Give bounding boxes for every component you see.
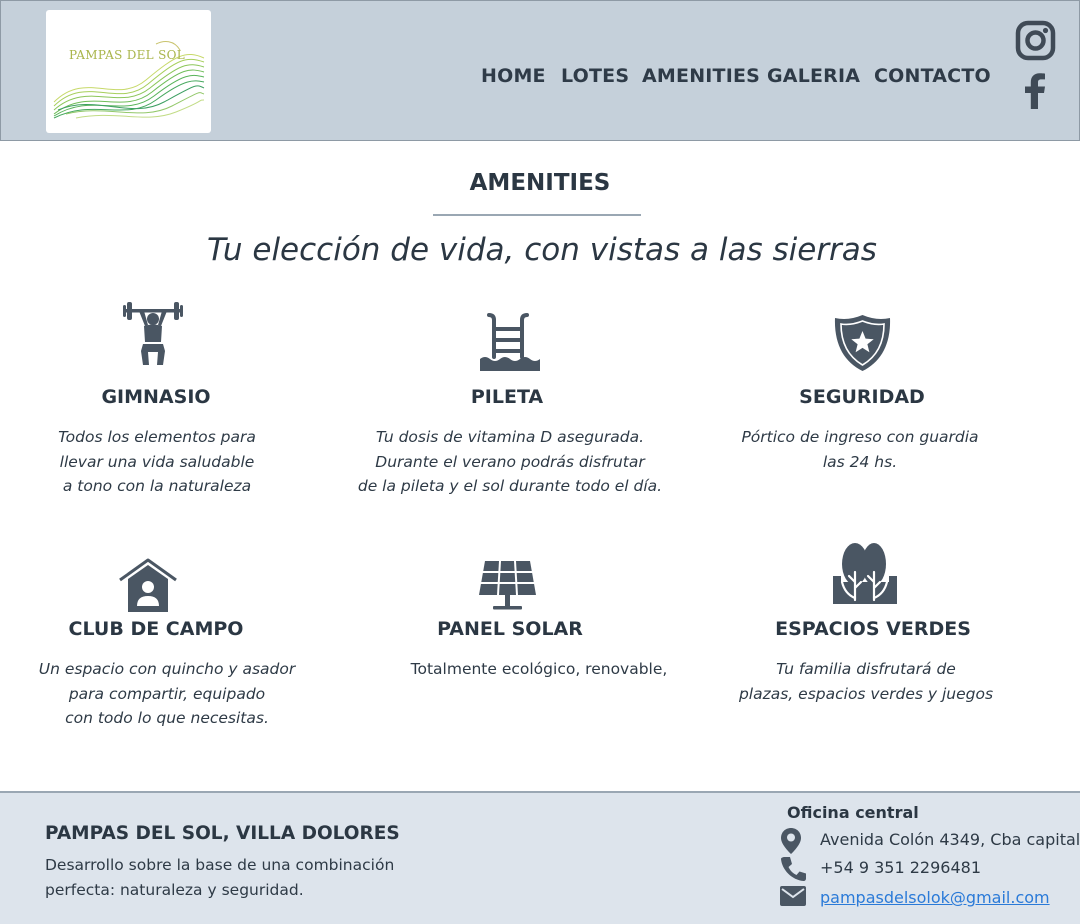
logo-wave-graphic [53,41,205,119]
amenity-name-club-de-campo: CLUB DE CAMPO [68,618,244,640]
weightlifting-icon [123,302,183,365]
footer-title: PAMPAS DEL SOL, VILLA DOLORES [45,823,400,844]
amenity-name-pileta: PILETA [470,386,544,408]
section-title: AMENITIES [469,170,611,196]
amenity-desc-panel-solar: Totalmente ecológico, renovable, [410,660,668,678]
nav-item-galeria[interactable]: GALERIA [767,65,860,87]
footer-description: Desarrollo sobre la base de una combinac… [45,856,395,899]
amenity-desc-pileta: Tu dosis de vitamina D asegurada. Durant… [357,428,663,495]
nav-item-home[interactable]: HOME [481,65,546,87]
instagram-icon[interactable] [1015,20,1056,61]
house-person-icon [119,558,177,612]
solar-panel-icon [479,561,536,610]
amenity-desc-club-de-campo: Un espacio con quincho y asador para com… [38,660,296,727]
envelope-icon [780,886,806,906]
facebook-icon[interactable] [1023,73,1047,109]
site-header: PAMPAS DEL SOL HOME LOTES AMENITIES GALE… [0,0,1080,141]
trees-icon [833,543,897,604]
logo-text: PAMPAS DEL SOL [69,48,185,62]
title-divider [433,214,641,216]
site-footer: PAMPAS DEL SOL, VILLA DOLORES Desarrollo… [0,791,1080,924]
amenity-name-espacios-verdes: ESPACIOS VERDES [775,618,971,640]
amenity-name-seguridad: SEGURIDAD [799,386,925,408]
security-shield-icon [834,315,891,371]
phone-icon [781,857,806,881]
location-pin-icon [781,828,801,854]
nav-item-contacto[interactable]: CONTACTO [874,65,991,87]
email-link[interactable]: pampasdelsolok@gmail.com [820,888,1050,907]
amenity-desc-espacios-verdes: Tu familia disfrutará de plazas, espacio… [738,660,994,703]
logo[interactable]: PAMPAS DEL SOL [46,10,211,133]
amenity-desc-seguridad: Pórtico de ingreso con guardia las 24 hs… [741,428,979,471]
address-text: Avenida Colón 4349, Cba capital [820,830,1080,849]
phone-text: +54 9 351 2296481 [820,858,981,877]
office-label: Oficina central [787,803,919,822]
nav-item-amenities[interactable]: AMENITIES [642,65,760,87]
amenity-desc-gimnasio: Todos los elementos para llevar una vida… [58,428,256,495]
tagline: Tu elección de vida, con vistas a las si… [207,232,877,268]
nav-item-lotes[interactable]: LOTES [561,65,629,87]
amenity-name-panel-solar: PANEL SOLAR [437,618,583,640]
amenity-name-gimnasio: GIMNASIO [101,386,211,408]
pool-ladder-icon [480,313,540,371]
